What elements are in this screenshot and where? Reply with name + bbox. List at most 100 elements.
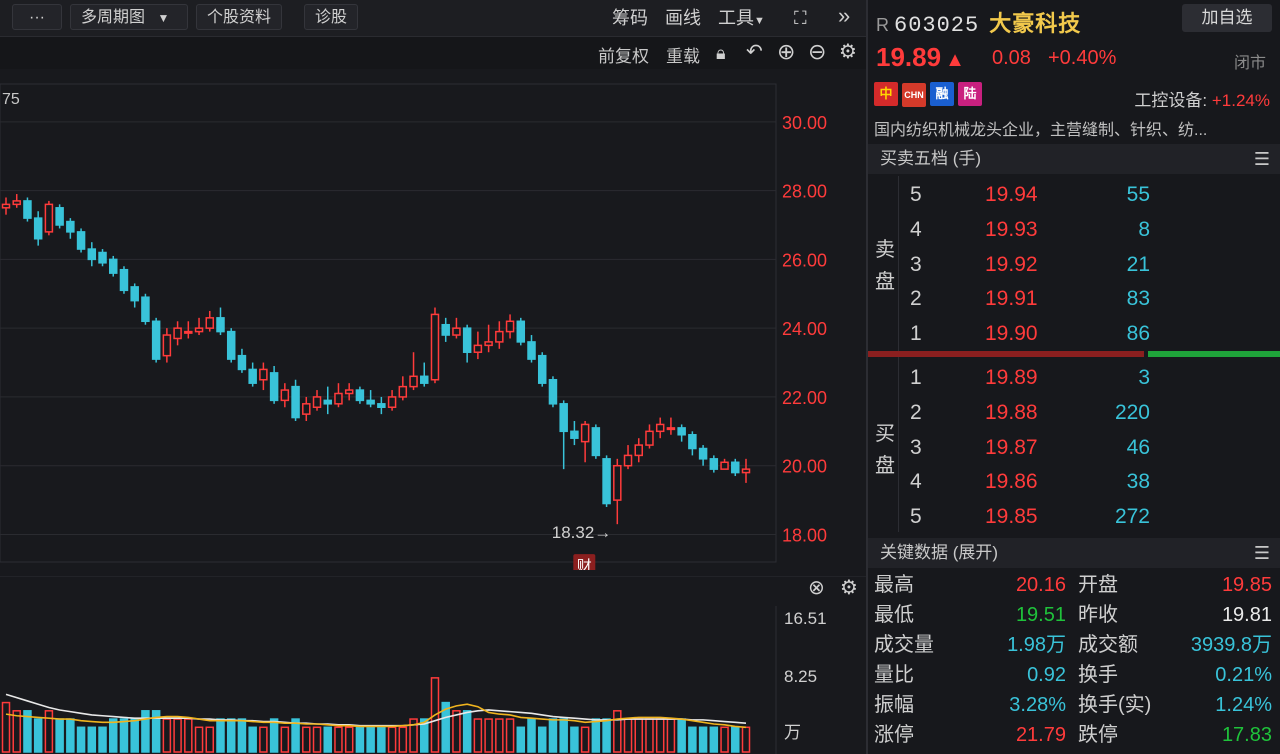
ask-row[interactable]: 4 19.93 8 — [900, 213, 1280, 247]
bid-price: 19.89 — [985, 366, 1038, 389]
bid-row[interactable]: 1 19.89 3 — [900, 361, 1280, 395]
add-watchlist-button[interactable]: 加自选 — [1182, 4, 1272, 32]
candle-body — [602, 458, 611, 505]
candle-body — [495, 330, 504, 343]
keydata-value: 19.85 — [1221, 574, 1272, 596]
lock-icon[interactable]: 🔒︎ — [716, 43, 726, 63]
chart-toolbar: ··· 多周期图 ▼ 个股资料 诊股 筹码 画线 工具▼ ⛶ » — [0, 0, 866, 37]
volume-bar — [645, 718, 654, 753]
keydata-row: 最低 19.51 昨收 19.81 — [868, 600, 1280, 630]
candle-body — [441, 323, 450, 336]
overlay-button[interactable]: 重载 — [666, 42, 700, 67]
gear-icon[interactable]: ⚙ — [839, 42, 857, 62]
volume-bar — [698, 726, 708, 753]
ask-vol: 86 — [1126, 322, 1150, 346]
fullscreen-icon[interactable]: ⛶ — [794, 8, 807, 28]
orderbook-title: 买卖五档 (手) — [880, 149, 982, 168]
candle-body — [205, 317, 215, 329]
keydata-value: 1.24% — [1215, 694, 1272, 716]
bid-vol: 3 — [1138, 366, 1150, 389]
volume-bar — [141, 710, 150, 753]
stock-info-button[interactable]: 个股资料 — [196, 4, 283, 30]
volume-bar — [731, 726, 740, 753]
chips-button[interactable]: 筹码 — [612, 5, 648, 31]
buy-label-char: 盘 — [875, 455, 895, 477]
bid-ask-ratio-bar — [868, 351, 1280, 357]
sector-label: 工控设备: — [1134, 91, 1208, 110]
volume-bar — [226, 718, 236, 753]
ask-row[interactable]: 5 19.94 55 — [900, 178, 1280, 212]
candle-body — [108, 258, 118, 274]
keydata-value: 0.92 — [1027, 664, 1066, 686]
ask-price: 19.92 — [985, 252, 1038, 276]
candle-body — [173, 327, 182, 340]
zoom-out-icon[interactable]: ⊖ — [808, 41, 826, 63]
undo-icon[interactable]: ↶ — [746, 42, 763, 62]
sell-ratio-fill — [868, 351, 1144, 357]
keydata-value: 19.51 — [1015, 604, 1066, 626]
ask-vol: 83 — [1126, 287, 1150, 311]
y-tick-label: 24.00 — [782, 319, 827, 339]
sector-info[interactable]: 工控设备: +1.24% — [1134, 86, 1270, 111]
bid-row[interactable]: 4 19.86 38 — [900, 465, 1280, 499]
forward-adjust-button[interactable]: 前复权 — [598, 42, 649, 67]
keydata-title[interactable]: 关键数据 (展开) — [880, 543, 998, 562]
keydata-value: 19.81 — [1221, 604, 1272, 626]
candlestick-chart[interactable]: 30.00 28.00 26.00 24.00 22.00 20.00 18.00 75 18.… — [0, 70, 866, 570]
candle-body — [505, 320, 515, 333]
keydata-label: 换手 — [1078, 664, 1118, 686]
diagnose-button[interactable]: 诊股 — [304, 4, 359, 30]
price-change-pct: +0.40% — [1048, 47, 1117, 69]
keydata-row: 量比 0.92 换手 0.21% — [868, 660, 1280, 690]
volume-bar — [269, 718, 279, 753]
volume-bar — [66, 718, 75, 753]
candle-body — [55, 207, 64, 226]
buy-ratio-fill — [1148, 351, 1280, 357]
volume-bar — [537, 726, 547, 753]
tools-button[interactable]: 工具▼ — [718, 5, 765, 34]
finance-marker: 财 — [577, 557, 592, 570]
multi-period-button[interactable]: 多周期图 ▼ — [70, 4, 188, 30]
volume-bar — [655, 718, 665, 753]
candle-body — [709, 458, 719, 470]
volume-bar — [323, 726, 332, 753]
volume-bar — [98, 726, 107, 753]
draw-line-button[interactable]: 画线 — [665, 5, 701, 31]
keydata-value: 0.21% — [1215, 664, 1272, 686]
volume-bar — [452, 710, 461, 753]
double-chevron-right-icon[interactable]: » — [838, 5, 850, 27]
menu-icon[interactable]: ☰ — [1254, 538, 1270, 568]
candle-body — [666, 427, 676, 431]
ask-row[interactable]: 1 19.90 86 — [900, 317, 1280, 351]
bid-row[interactable]: 2 19.88 220 — [900, 396, 1280, 430]
price-change: 0.08 — [992, 47, 1031, 69]
ask-row[interactable]: 3 19.92 21 — [900, 248, 1280, 282]
zoom-in-icon[interactable]: ⊕ — [777, 41, 795, 63]
bid-level: 3 — [910, 435, 922, 459]
volume-bar — [473, 718, 483, 753]
candle-body — [312, 396, 322, 409]
last-price: 19.89 ▲ — [876, 42, 965, 73]
volume-bar — [580, 726, 590, 753]
volume-bar — [108, 718, 118, 753]
more-button[interactable]: ··· — [12, 4, 62, 30]
candle-body — [334, 392, 343, 405]
volume-bar — [248, 726, 257, 753]
ask-row[interactable]: 2 19.91 83 — [900, 282, 1280, 316]
volume-chart[interactable]: 16.51 8.25 万 — [0, 576, 866, 754]
china-flag-badge: 中 — [874, 82, 898, 106]
volume-bar — [666, 718, 676, 753]
volume-bar — [527, 718, 536, 753]
volume-bar — [216, 718, 225, 753]
candle-body — [527, 341, 536, 360]
candle-body — [645, 430, 654, 446]
volume-bar — [570, 726, 579, 753]
bid-row[interactable]: 5 19.85 272 — [900, 500, 1280, 534]
ask-level: 4 — [910, 217, 922, 241]
volume-bar — [516, 726, 526, 753]
volume-bar — [130, 718, 139, 753]
menu-icon[interactable]: ☰ — [1254, 144, 1270, 174]
volume-bar — [387, 726, 397, 753]
r-flag: R — [876, 15, 890, 35]
bid-row[interactable]: 3 19.87 46 — [900, 431, 1280, 465]
